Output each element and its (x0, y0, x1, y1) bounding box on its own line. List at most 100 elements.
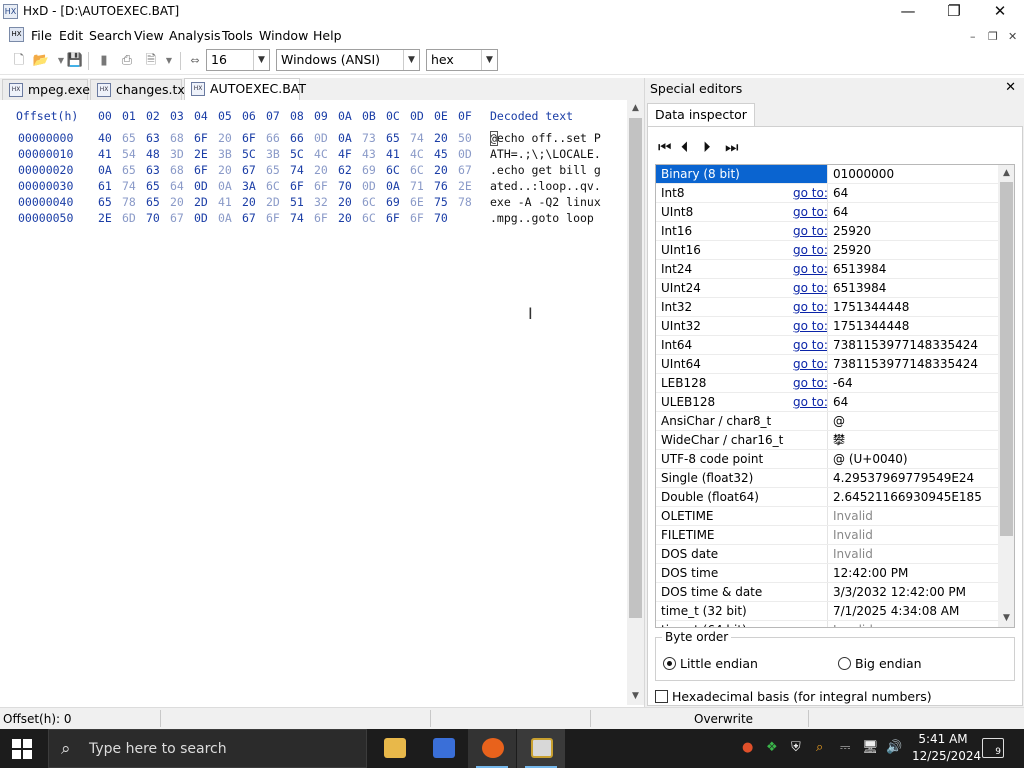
inspector-row[interactable]: Binary (8 bit) 01000000 (656, 165, 998, 184)
hex-byte[interactable]: 67 (170, 211, 184, 227)
scrollbar-thumb[interactable] (629, 118, 642, 618)
menu-window[interactable]: Window (259, 28, 308, 43)
inspector-value[interactable]: 64 (827, 184, 998, 202)
menu-edit[interactable]: Edit (59, 28, 83, 43)
hex-byte[interactable]: 41 (386, 147, 400, 163)
inspector-value[interactable]: 1751344448 (827, 298, 998, 316)
save-icon[interactable]: 💾 (66, 52, 84, 70)
inspector-value[interactable]: Invalid (827, 526, 998, 544)
inspector-value[interactable]: Invalid (827, 507, 998, 525)
inspector-row[interactable]: DOS date Invalid (656, 545, 998, 564)
goto-link[interactable]: go to: (793, 317, 828, 335)
taskbar-search[interactable]: ⌕ Type here to search (48, 729, 367, 768)
goto-link[interactable]: go to: (793, 241, 828, 259)
hex-byte[interactable]: 62 (338, 163, 352, 179)
hex-byte[interactable]: 70 (146, 211, 160, 227)
hex-byte[interactable]: 6F (410, 211, 424, 227)
minimize-icon[interactable]: — (885, 0, 931, 24)
hex-byte[interactable]: 6F (194, 163, 208, 179)
hex-byte[interactable]: 6F (314, 211, 328, 227)
hex-byte[interactable]: 5C (290, 147, 304, 163)
hex-byte[interactable]: 6C (386, 163, 400, 179)
properties-dropdown-icon[interactable]: ▼ (160, 52, 178, 70)
inspector-value[interactable]: @ (U+0040) (827, 450, 998, 468)
inspector-row[interactable]: ULEB128 go to: 64 (656, 393, 998, 412)
hex-byte[interactable]: 20 (170, 195, 184, 211)
inspector-value[interactable]: 25920 (827, 241, 998, 259)
inspector-row[interactable]: Single (float32) 4.29537969779549E24 (656, 469, 998, 488)
inspector-value[interactable]: 3/3/2032 12:42:00 PM (827, 583, 998, 601)
hex-byte[interactable]: 32 (314, 195, 328, 211)
scroll-up-icon[interactable]: ▲ (627, 100, 644, 117)
hex-byte[interactable]: 2D (266, 195, 280, 211)
hex-byte[interactable]: 65 (266, 163, 280, 179)
inspector-row[interactable]: OLETIME Invalid (656, 507, 998, 526)
decoded-text[interactable]: exe -A -Q2 linux (490, 195, 601, 211)
inspector-row[interactable]: Int16 go to: 25920 (656, 222, 998, 241)
inspector-row[interactable]: AnsiChar / char8_t @ (656, 412, 998, 431)
store-button[interactable] (419, 729, 467, 768)
hex-byte[interactable]: 45 (434, 147, 448, 163)
inspector-value[interactable]: 01000000 (827, 165, 998, 183)
hex-byte[interactable]: 65 (146, 195, 160, 211)
hex-byte[interactable]: 6C (266, 179, 280, 195)
new-file-icon[interactable]: 🗋 (10, 52, 28, 70)
hex-byte[interactable]: 4F (338, 147, 352, 163)
inspector-value[interactable]: 7/1/2025 4:34:08 AM (827, 602, 998, 620)
inspector-row[interactable]: LEB128 go to: -64 (656, 374, 998, 393)
inspector-value[interactable]: 攀 (827, 431, 998, 449)
hex-byte[interactable]: 2E (194, 147, 208, 163)
hex-byte[interactable]: 74 (122, 179, 136, 195)
hex-byte[interactable]: 76 (434, 179, 448, 195)
hex-byte[interactable]: 0D (194, 179, 208, 195)
search-tray-icon[interactable]: ⌕ (816, 740, 823, 755)
inspector-row[interactable]: time_t (32 bit) 7/1/2025 4:34:08 AM (656, 602, 998, 621)
goto-link[interactable]: go to: (793, 336, 828, 354)
inspector-value[interactable]: 64 (827, 393, 998, 411)
scroll-down-icon[interactable]: ▼ (627, 688, 644, 705)
hex-byte[interactable]: 65 (386, 131, 400, 147)
hex-scrollbar[interactable]: ▲ ▼ (627, 100, 644, 705)
hex-byte[interactable]: 20 (338, 211, 352, 227)
inspector-value[interactable]: 12:42:00 PM (827, 564, 998, 582)
inspector-row[interactable]: UInt64 go to: 7381153977148335424 (656, 355, 998, 374)
hex-byte[interactable]: 5C (242, 147, 256, 163)
inspector-row[interactable]: Int32 go to: 1751344448 (656, 298, 998, 317)
maximize-icon[interactable]: ❐ (931, 0, 977, 24)
hex-byte[interactable]: 50 (458, 131, 472, 147)
hex-byte[interactable]: 66 (266, 131, 280, 147)
hex-basis-checkbox[interactable]: Hexadecimal basis (for integral numbers) (655, 689, 932, 704)
firefox-button[interactable] (468, 729, 516, 768)
inspector-row[interactable]: Int24 go to: 6513984 (656, 260, 998, 279)
offset-base-select[interactable]: hex ▼ (426, 49, 498, 71)
hex-byte[interactable]: 6D (122, 211, 136, 227)
inspector-value[interactable]: 7381153977148335424 (827, 336, 998, 354)
volume-icon[interactable]: 🔊 (886, 740, 902, 755)
goto-link[interactable]: go to: (793, 260, 828, 278)
hex-byte[interactable]: 67 (458, 163, 472, 179)
inspector-row[interactable]: Int8 go to: 64 (656, 184, 998, 203)
goto-link[interactable]: go to: (793, 374, 828, 392)
hex-byte[interactable]: 74 (290, 211, 304, 227)
hex-byte[interactable]: 3B (218, 147, 232, 163)
tab-changes-txt[interactable]: HX changes.txt (90, 79, 190, 100)
hex-byte[interactable]: 61 (98, 179, 112, 195)
taskbar-clock[interactable]: 5:41 AM 12/25/2024 (912, 731, 981, 765)
hex-byte[interactable]: 67 (242, 211, 256, 227)
hex-byte[interactable]: 6F (314, 179, 328, 195)
hex-byte[interactable]: 6E (410, 195, 424, 211)
hex-byte[interactable]: 74 (410, 131, 424, 147)
inspector-value[interactable]: 4.29537969779549E24 (827, 469, 998, 487)
hex-byte[interactable]: 0A (218, 211, 232, 227)
inspector-value[interactable]: Invalid (827, 545, 998, 563)
hex-byte[interactable]: 0A (386, 179, 400, 195)
tab-mpeg-exe[interactable]: HX mpeg.exe (2, 79, 90, 100)
security-shield-icon[interactable]: ⛨ (791, 740, 801, 755)
hex-byte[interactable]: 74 (290, 163, 304, 179)
hex-byte[interactable]: 65 (122, 131, 136, 147)
decoded-text[interactable]: ated..:loop..qv. (490, 179, 601, 195)
inspector-value[interactable]: @ (827, 412, 998, 430)
hex-editor[interactable]: Offset(h) 00 01 02 03 04 05 06 07 08 09 0A 0B 0C 0D 0E… (0, 100, 628, 705)
hex-byte[interactable]: 73 (362, 131, 376, 147)
menu-view[interactable]: View (134, 28, 164, 43)
